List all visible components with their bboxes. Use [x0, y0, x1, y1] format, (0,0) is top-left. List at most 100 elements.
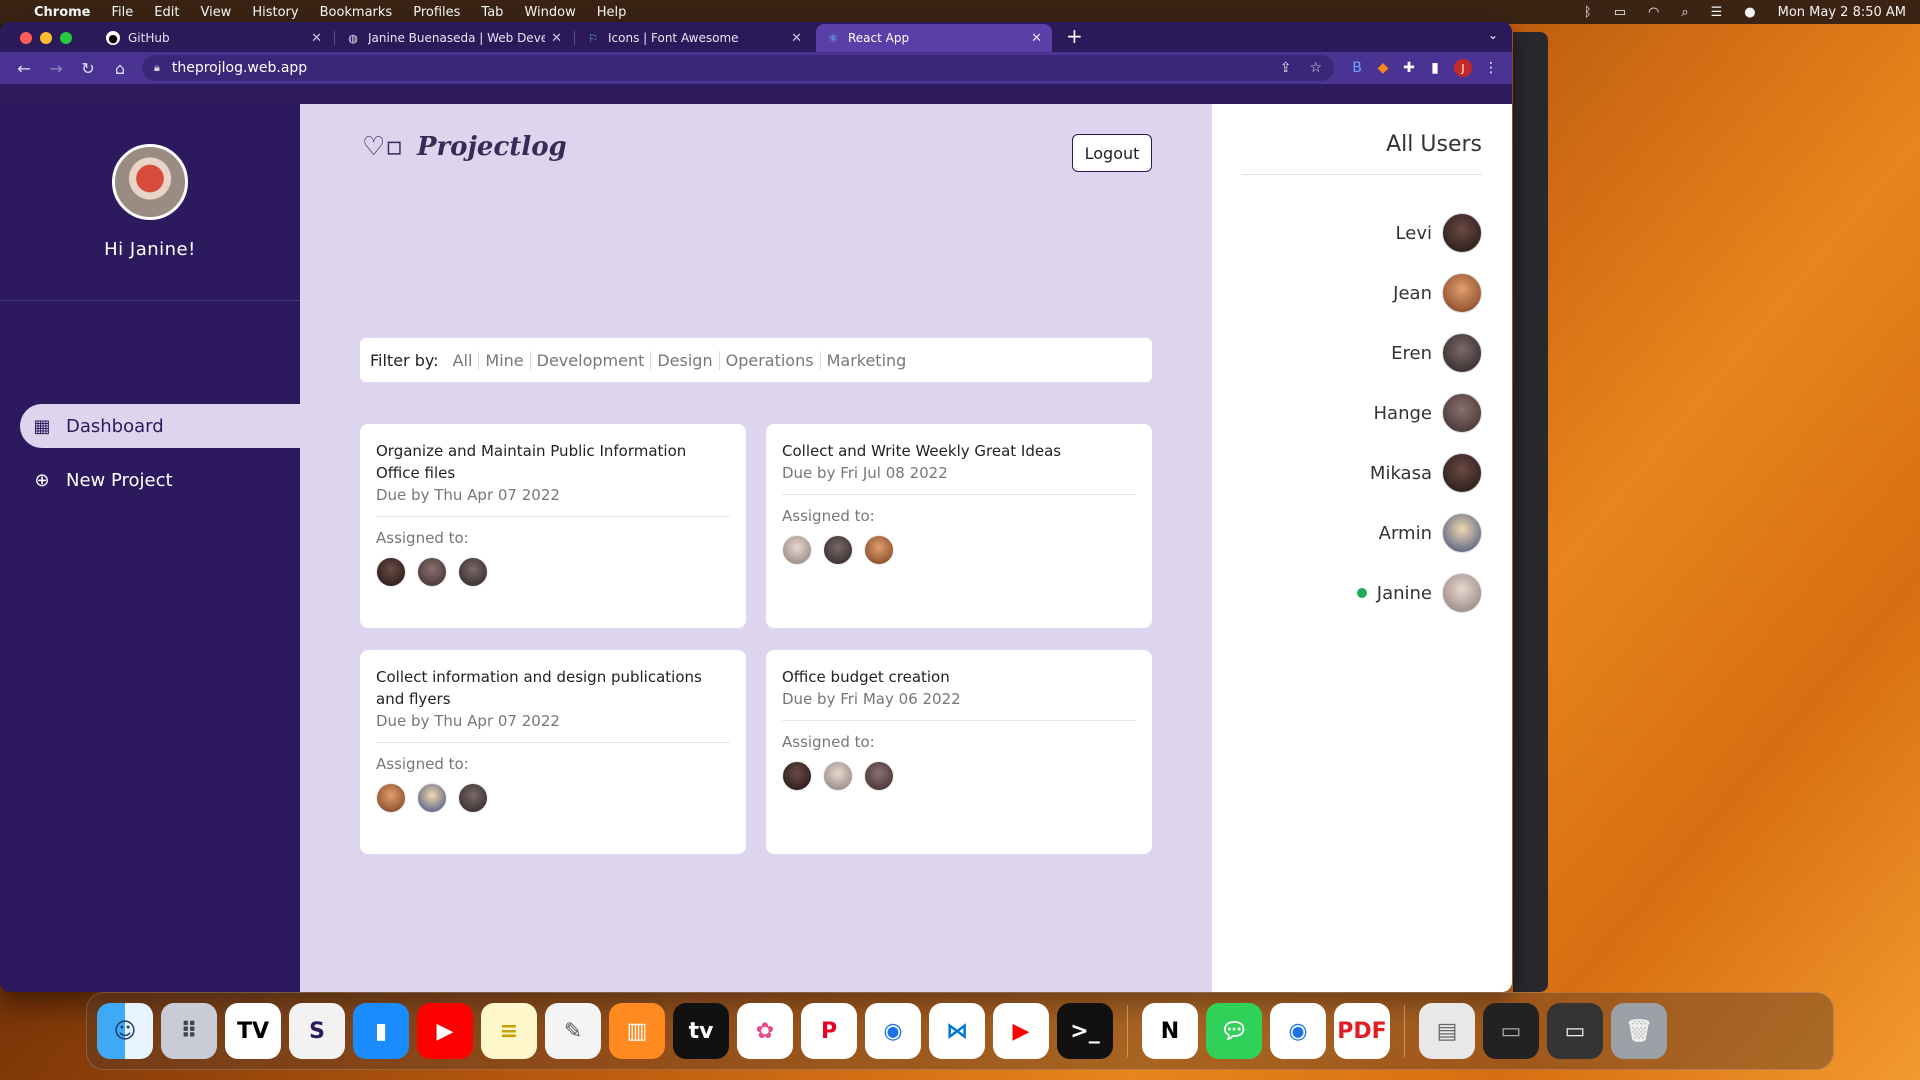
chrome-icon[interactable]: ◉ [865, 1003, 921, 1059]
finder-icon[interactable]: ☺ [97, 1003, 153, 1059]
side-panel-icon[interactable]: ▮ [1422, 60, 1448, 76]
pdf-app-icon[interactable]: PDF [1334, 1003, 1390, 1059]
filter-operations[interactable]: Operations [718, 350, 820, 370]
avatar[interactable] [823, 535, 853, 565]
bookmark-app-icon[interactable]: ▮ [353, 1003, 409, 1059]
bookmark-star-icon[interactable]: ☆ [1309, 60, 1322, 76]
tab-portfolio[interactable]: ◍ Janine Buenaseda | Web Devel ✕ [336, 24, 575, 52]
document-icon[interactable]: ▤ [1419, 1003, 1475, 1059]
menu-edit[interactable]: Edit [154, 5, 179, 20]
chrome-icon[interactable]: ◉ [1270, 1003, 1326, 1059]
tab-github[interactable]: ● GitHub ✕ [96, 24, 335, 52]
menu-help[interactable]: Help [597, 5, 627, 20]
filter-all[interactable]: All [447, 351, 479, 370]
books-icon[interactable]: ▥ [609, 1003, 665, 1059]
scrivener-icon[interactable]: S [289, 1003, 345, 1059]
avatar[interactable] [417, 557, 447, 587]
profile-avatar[interactable]: J [1454, 59, 1472, 77]
extensions-puzzle-icon[interactable]: ✚ [1396, 60, 1422, 76]
avatar[interactable] [864, 761, 894, 791]
filter-design[interactable]: Design [650, 350, 718, 370]
sidebar-item-new-project[interactable]: ⊕ New Project [20, 458, 300, 502]
user-item-mikasa[interactable]: Mikasa [1370, 453, 1482, 493]
back-button[interactable]: ← [8, 59, 40, 78]
minimize-window-button[interactable] [40, 32, 52, 44]
tradingview-icon[interactable]: TV [225, 1003, 281, 1059]
bluetooth-icon[interactable]: ᛒ [1584, 5, 1592, 20]
menu-file[interactable]: File [112, 5, 134, 20]
menubar-clock[interactable]: Mon May 2 8:50 AM [1778, 5, 1906, 20]
avatar[interactable] [376, 783, 406, 813]
filter-mine[interactable]: Mine [478, 350, 529, 370]
messages-icon[interactable]: 💬︎ [1206, 1003, 1262, 1059]
user-item-eren[interactable]: Eren [1391, 333, 1482, 373]
battery-icon[interactable]: ▭ [1614, 5, 1626, 20]
forward-button[interactable]: → [40, 59, 72, 78]
user-item-levi[interactable]: Levi [1396, 213, 1482, 253]
window-preview-icon[interactable]: ▭ [1547, 1003, 1603, 1059]
close-tab-icon[interactable]: ✕ [311, 31, 322, 46]
filter-marketing[interactable]: Marketing [819, 350, 913, 370]
avatar[interactable] [417, 783, 447, 813]
filter-development[interactable]: Development [529, 350, 651, 370]
control-center-icon[interactable]: ☰ [1711, 5, 1723, 20]
apple-tv-icon[interactable]: tv [673, 1003, 729, 1059]
avatar[interactable] [376, 557, 406, 587]
logout-button[interactable]: Logout [1072, 134, 1152, 172]
menu-app-name[interactable]: Chrome [34, 5, 91, 20]
menu-bookmarks[interactable]: Bookmarks [320, 5, 393, 20]
user-item-armin[interactable]: Armin [1379, 513, 1482, 553]
close-tab-icon[interactable]: ✕ [1031, 31, 1042, 46]
photos-icon[interactable]: ✿ [737, 1003, 793, 1059]
avatar[interactable] [458, 557, 488, 587]
spotlight-search-icon[interactable]: ⌕ [1681, 5, 1688, 20]
launchpad-icon[interactable]: ⠿ [161, 1003, 217, 1059]
avatar[interactable] [864, 535, 894, 565]
extension-icon[interactable]: B [1344, 60, 1370, 76]
notes-icon[interactable]: ≡ [481, 1003, 537, 1059]
project-card[interactable]: Office budget creation Due by Fri May 06… [766, 650, 1152, 854]
project-card[interactable]: Collect and Write Weekly Great Ideas Due… [766, 424, 1152, 628]
menu-history[interactable]: History [252, 5, 298, 20]
avatar[interactable] [823, 761, 853, 791]
share-icon[interactable]: ⇪ [1280, 60, 1292, 76]
wifi-icon[interactable]: ◠ [1648, 5, 1659, 20]
metamask-icon[interactable]: ◆ [1370, 60, 1396, 76]
close-tab-icon[interactable]: ✕ [791, 31, 802, 46]
lock-icon[interactable]: 🔒︎ [154, 61, 160, 75]
menu-view[interactable]: View [200, 5, 231, 20]
textedit-icon[interactable]: ✎ [545, 1003, 601, 1059]
notion-icon[interactable]: N [1142, 1003, 1198, 1059]
sidebar-item-dashboard[interactable]: ▦ Dashboard [20, 404, 300, 448]
avatar[interactable] [782, 761, 812, 791]
avatar[interactable] [458, 783, 488, 813]
menu-window[interactable]: Window [524, 5, 575, 20]
youtube-music-icon[interactable]: ▶ [993, 1003, 1049, 1059]
user-item-janine[interactable]: Janine [1356, 573, 1482, 613]
tab-search-chevron-icon[interactable]: ⌄ [1488, 28, 1498, 42]
youtube-icon[interactable]: ▶ [417, 1003, 473, 1059]
close-tab-icon[interactable]: ✕ [551, 31, 562, 46]
user-item-hange[interactable]: Hange [1374, 393, 1482, 433]
vscode-icon[interactable]: ⋈ [929, 1003, 985, 1059]
new-tab-button[interactable]: + [1066, 24, 1083, 48]
menu-profiles[interactable]: Profiles [413, 5, 460, 20]
project-card[interactable]: Collect information and design publicati… [360, 650, 746, 854]
trash-icon[interactable]: 🗑︎ [1611, 1003, 1667, 1059]
home-button[interactable]: ⌂ [104, 59, 136, 78]
zoom-window-button[interactable] [60, 32, 72, 44]
app-logo[interactable]: ♡▫ Projectlog [362, 132, 567, 162]
terminal-icon[interactable]: >_ [1057, 1003, 1113, 1059]
window-preview-icon[interactable]: ▭ [1483, 1003, 1539, 1059]
user-item-jean[interactable]: Jean [1393, 273, 1482, 313]
kebab-menu-icon[interactable]: ⋮ [1478, 60, 1504, 76]
project-card[interactable]: Organize and Maintain Public Information… [360, 424, 746, 628]
avatar[interactable] [782, 535, 812, 565]
close-window-button[interactable] [20, 32, 32, 44]
reload-button[interactable]: ↻ [72, 59, 104, 78]
tab-react-app[interactable]: ⚛ React App ✕ [816, 24, 1052, 52]
address-bar[interactable]: 🔒︎ theprojlog.web.app ⇪ ☆ [142, 55, 1334, 81]
menu-tab[interactable]: Tab [481, 5, 503, 20]
siri-icon[interactable]: ● [1744, 5, 1755, 20]
tab-font-awesome[interactable]: ⚐ Icons | Font Awesome ✕ [576, 24, 812, 52]
